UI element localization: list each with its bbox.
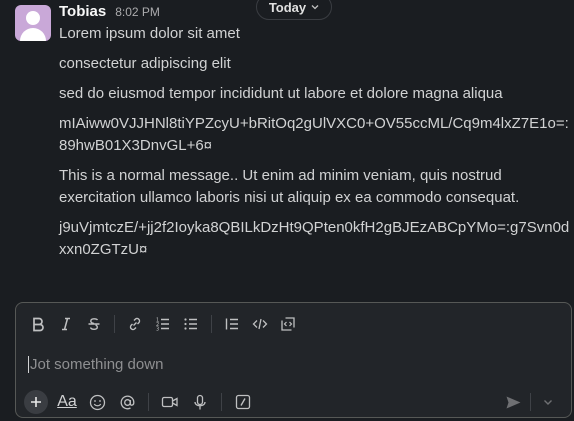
message: Tobias 8:02 PM Today Lorem ipsum dolor s… (0, 0, 574, 290)
emoji-icon[interactable] (82, 389, 112, 415)
message-composer: 123 Jot something down Aa (15, 302, 572, 418)
chevron-down-icon[interactable] (537, 389, 559, 415)
message-line: This is a normal message.. Ut enim ad mi… (59, 167, 520, 206)
mention-icon[interactable] (112, 389, 142, 415)
send-controls (502, 389, 559, 415)
link-icon[interactable] (121, 311, 149, 337)
toolbar-divider (221, 393, 222, 411)
send-divider (530, 393, 531, 411)
text-caret (28, 355, 29, 373)
toolbar-divider (114, 315, 115, 333)
message-line: mIAiww0VJJHNl8tiYPZcyU+bRitOq2gUlVXC0+OV… (59, 115, 569, 154)
microphone-icon[interactable] (185, 389, 215, 415)
avatar[interactable] (15, 5, 51, 41)
message-line: j9uVjmtczE/+jj2f2Ioyka8QBILkDzHt9QPten0k… (59, 219, 570, 258)
plus-icon[interactable] (24, 390, 48, 414)
toolbar-divider (148, 393, 149, 411)
toolbar-divider (211, 315, 212, 333)
bullet-list-icon[interactable] (177, 311, 205, 337)
text-format-icon[interactable]: Aa (52, 389, 82, 415)
message-line: sed do eiusmod tempor incididunt ut labo… (59, 85, 503, 102)
svg-text:3: 3 (156, 327, 159, 333)
avatar-body (20, 28, 46, 41)
formatting-toolbar: 123 (24, 311, 302, 337)
avatar-head (26, 11, 40, 25)
message-line: consectetur adipiscing elit (59, 55, 231, 72)
video-icon[interactable] (155, 389, 185, 415)
message-line: Lorem ipsum dolor sit amet (59, 25, 240, 42)
sender-name[interactable]: Tobias (59, 3, 106, 20)
italic-icon[interactable] (52, 311, 80, 337)
code-block-icon[interactable] (274, 311, 302, 337)
day-divider-button[interactable]: Today (256, 0, 332, 20)
bold-icon[interactable] (24, 311, 52, 337)
send-icon[interactable] (502, 389, 524, 415)
text-format-label: Aa (57, 393, 77, 410)
slash-command-icon[interactable] (228, 389, 258, 415)
message-header: Tobias 8:02 PM (59, 3, 160, 23)
message-body: Lorem ipsum dolor sit amet consectetur a… (59, 23, 571, 269)
message-input-placeholder: Jot something down (30, 355, 164, 373)
chevron-down-icon (311, 4, 319, 10)
blockquote-icon[interactable] (218, 311, 246, 337)
strikethrough-icon[interactable] (80, 311, 108, 337)
message-input[interactable]: Jot something down (28, 353, 548, 375)
code-icon[interactable] (246, 311, 274, 337)
message-timestamp[interactable]: 8:02 PM (115, 5, 160, 19)
ordered-list-icon[interactable]: 123 (149, 311, 177, 337)
app-window: Tobias 8:02 PM Today Lorem ipsum dolor s… (0, 0, 574, 421)
day-divider-label: Today (268, 0, 307, 15)
composer-actions: Aa (24, 389, 258, 415)
